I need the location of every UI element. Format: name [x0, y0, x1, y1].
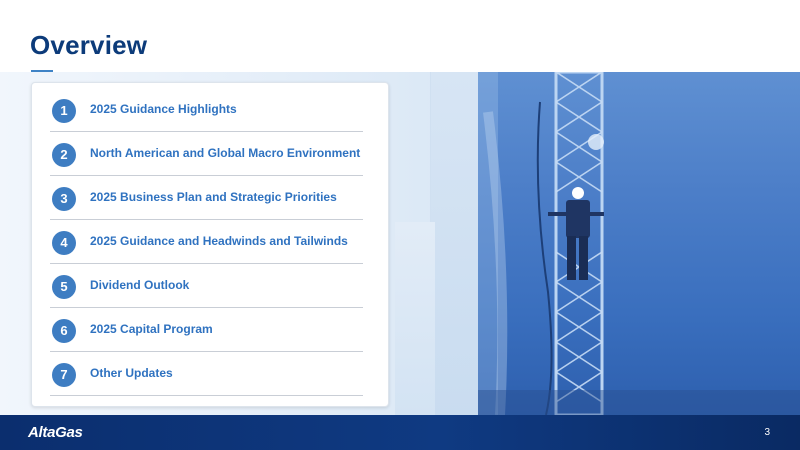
agenda-item-label: 2025 Capital Program — [90, 322, 213, 336]
tower-illustration — [478, 72, 800, 415]
agenda-item[interactable]: 2 North American and Global Macro Enviro… — [50, 132, 363, 176]
footer-bar: AltaGas 3 — [0, 415, 800, 450]
turbine-blade-shape — [430, 72, 478, 415]
agenda-item-label: Other Updates — [90, 366, 173, 380]
slide-title: Overview — [30, 30, 148, 60]
agenda-number-badge: 6 — [52, 319, 76, 343]
agenda-item[interactable]: 3 2025 Business Plan and Strategic Prior… — [50, 176, 363, 220]
agenda-item[interactable]: 1 2025 Guidance Highlights — [50, 88, 363, 132]
agenda-number-badge: 2 — [52, 143, 76, 167]
agenda-item-label: 2025 Guidance and Headwinds and Tailwind… — [90, 234, 348, 248]
agenda-number-badge: 4 — [52, 231, 76, 255]
agenda-item-label: 2025 Guidance Highlights — [90, 102, 237, 116]
agenda-item[interactable]: 4 2025 Guidance and Headwinds and Tailwi… — [50, 220, 363, 264]
agenda-item[interactable]: 7 Other Updates — [50, 352, 363, 396]
altagas-logo: AltaGas — [28, 424, 83, 441]
agenda-number-badge: 1 — [52, 99, 76, 123]
agenda-number-badge: 5 — [52, 275, 76, 299]
agenda-card: 1 2025 Guidance Highlights 2 North Ameri… — [31, 82, 389, 407]
turbine-blade-shape-2 — [395, 222, 435, 415]
agenda-item-label: Dividend Outlook — [90, 278, 190, 292]
page-number: 3 — [764, 427, 770, 438]
agenda-item-label: 2025 Business Plan and Strategic Priorit… — [90, 190, 337, 204]
agenda-number-badge: 7 — [52, 363, 76, 387]
agenda-item-label: North American and Global Macro Environm… — [90, 146, 361, 160]
agenda-number-badge: 3 — [52, 187, 76, 211]
agenda-item[interactable]: 5 Dividend Outlook — [50, 264, 363, 308]
agenda-item[interactable]: 6 2025 Capital Program — [50, 308, 363, 352]
background-photo-worker-on-tower — [478, 72, 800, 415]
